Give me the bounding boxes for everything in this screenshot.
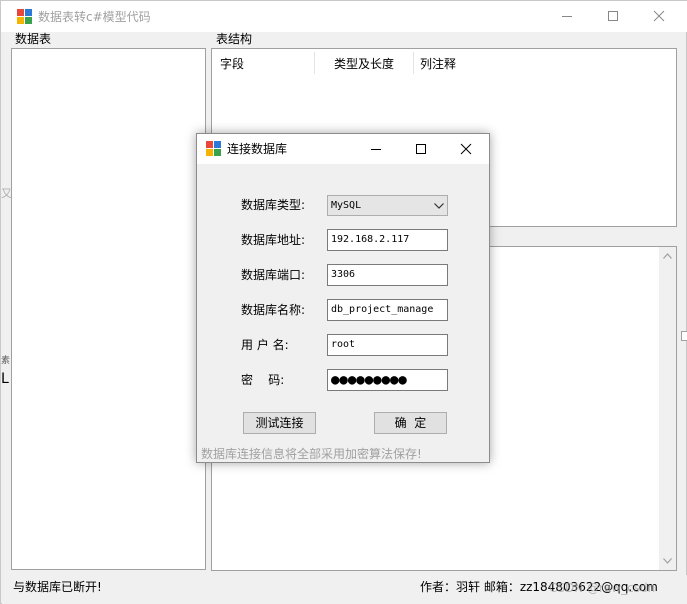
maximize-icon xyxy=(416,144,426,154)
chevron-down-icon xyxy=(434,203,444,209)
edge-glyph-1: 又 xyxy=(1,187,12,200)
column-separator xyxy=(413,52,414,74)
ok-button[interactable]: 确 定 xyxy=(374,412,447,434)
app-icon xyxy=(17,9,33,25)
connect-database-dialog: 连接数据库 数据库类型: MySQL 数据库地址: 192.168.2.117 … xyxy=(196,133,490,463)
dialog-title: 连接数据库 xyxy=(227,142,288,156)
password-label: 密 码: xyxy=(241,373,285,387)
edge-glyph-3: L xyxy=(1,371,9,387)
close-icon xyxy=(460,143,472,155)
db-type-select[interactable]: MySQL xyxy=(327,195,448,216)
db-type-value: MySQL xyxy=(331,200,362,211)
vertical-scrollbar[interactable] xyxy=(659,247,676,570)
edge-control xyxy=(681,331,687,341)
password-input[interactable]: ●●●●●●●●● xyxy=(327,369,448,391)
minimize-icon xyxy=(562,16,572,17)
connection-status: 与数据库已断开! xyxy=(13,580,102,594)
column-header-comment[interactable]: 列注释 xyxy=(420,57,456,71)
maximize-button[interactable] xyxy=(590,1,636,31)
edge-glyph-2: 素 xyxy=(1,356,11,366)
db-name-label: 数据库名称: xyxy=(241,303,306,317)
db-port-input[interactable]: 3306 xyxy=(327,264,448,286)
scroll-up-arrow-icon[interactable] xyxy=(663,253,672,259)
dialog-maximize-button[interactable] xyxy=(398,134,444,164)
dialog-minimize-button[interactable] xyxy=(353,134,399,164)
scroll-down-arrow-icon[interactable] xyxy=(663,558,672,564)
main-title-bar[interactable]: 数据表转c#模型代码 xyxy=(1,1,687,32)
table-list-panel[interactable] xyxy=(11,48,206,570)
db-host-input[interactable]: 192.168.2.117 xyxy=(327,229,448,251)
test-connection-button[interactable]: 测试连接 xyxy=(243,412,316,434)
minimize-icon xyxy=(371,149,381,150)
maximize-icon xyxy=(608,11,618,21)
dialog-close-button[interactable] xyxy=(443,134,489,164)
db-port-label: 数据库端口: xyxy=(241,268,306,282)
column-header-type-length[interactable]: 类型及长度 xyxy=(334,57,394,71)
close-icon xyxy=(653,10,665,22)
table-structure-label: 表结构 xyxy=(216,32,253,46)
username-label: 用 户 名: xyxy=(241,338,289,352)
dialog-app-icon xyxy=(206,141,222,157)
minimize-button[interactable] xyxy=(544,1,590,31)
db-name-input[interactable]: db_project_manage xyxy=(327,299,448,321)
window-title: 数据表转c#模型代码 xyxy=(38,10,151,24)
encryption-hint: 数据库连接信息将全部采用加密算法保存! xyxy=(201,447,422,461)
watermark: CSDN @raw_csdn xyxy=(549,581,656,595)
username-input[interactable]: root xyxy=(327,334,448,356)
db-type-label: 数据库类型: xyxy=(241,198,306,212)
column-header-field[interactable]: 字段 xyxy=(220,57,244,71)
table-list-label: 数据表 xyxy=(15,32,52,46)
close-button[interactable] xyxy=(636,1,682,31)
db-host-label: 数据库地址: xyxy=(241,233,306,247)
dialog-title-bar[interactable]: 连接数据库 xyxy=(197,134,489,164)
column-separator xyxy=(314,52,315,74)
